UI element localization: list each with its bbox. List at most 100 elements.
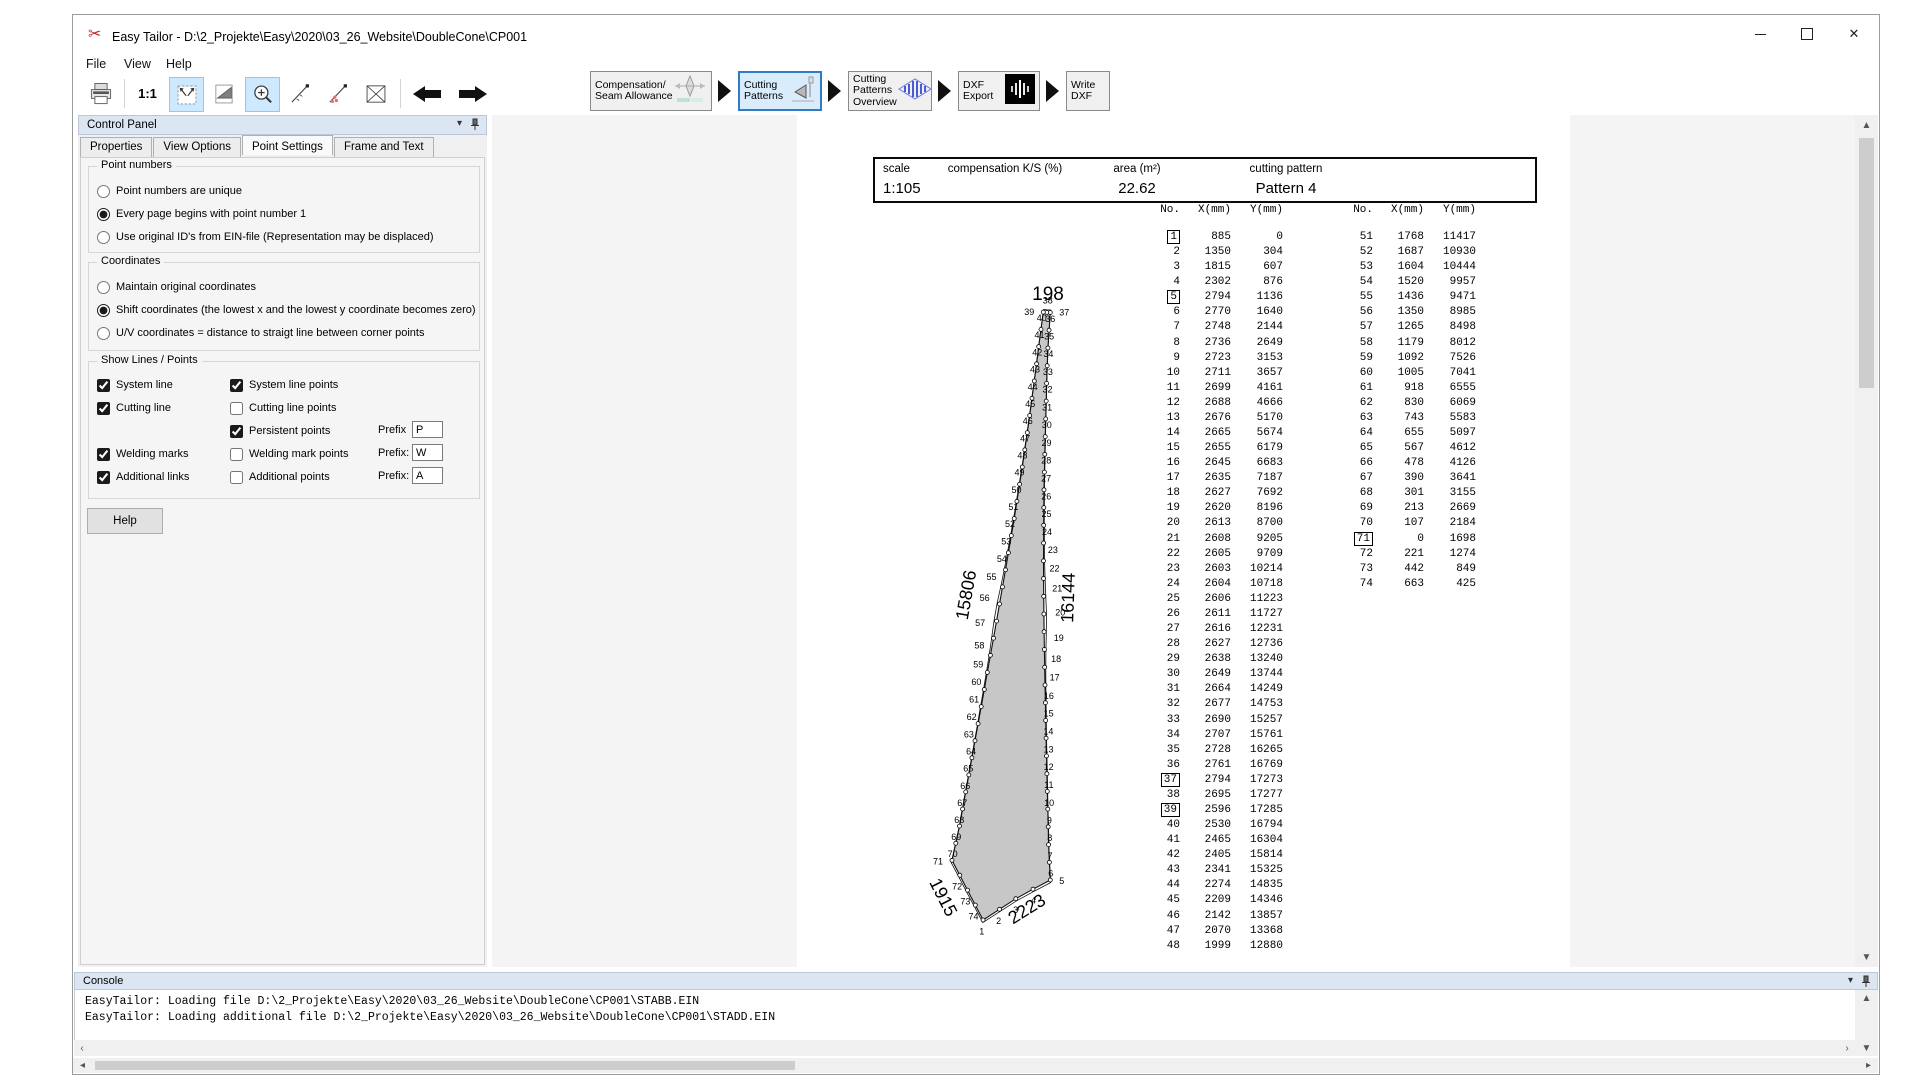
- pattern-point[interactable]: [1006, 551, 1010, 555]
- zoom-button[interactable]: [245, 77, 280, 112]
- collapse-icon[interactable]: ▾: [457, 118, 462, 131]
- pattern-point[interactable]: [1031, 887, 1035, 891]
- actual-size-button[interactable]: 1:1: [131, 77, 164, 110]
- coordinates-option[interactable]: U/V coordinates = distance to straigt li…: [97, 325, 424, 341]
- coordinates-option[interactable]: Maintain original coordinates: [97, 279, 256, 295]
- pattern-point[interactable]: [1042, 648, 1046, 652]
- pattern-point[interactable]: [1045, 789, 1049, 793]
- point-numbers-radio-0[interactable]: [97, 185, 110, 198]
- pattern-point[interactable]: [995, 619, 999, 623]
- pattern-point[interactable]: [998, 602, 1002, 606]
- pattern-point[interactable]: [1045, 754, 1049, 758]
- point-numbers-option[interactable]: Every page begins with point number 1: [97, 206, 306, 222]
- pattern-point[interactable]: [1014, 897, 1018, 901]
- pattern-point[interactable]: [973, 903, 977, 907]
- main-scroll-left-icon[interactable]: ◂: [75, 1058, 90, 1073]
- point-numbers-radio-1[interactable]: [97, 208, 110, 221]
- workflow-step-compensation-seam-allowance[interactable]: Compensation/Seam Allowance: [590, 71, 712, 111]
- pattern-shape-area[interactable]: 1234567891011121314151617181920212223242…: [900, 278, 1120, 938]
- pattern-point[interactable]: [1043, 701, 1047, 705]
- workflow-step-dxf-export[interactable]: DXFExport: [958, 71, 1040, 111]
- forward-button[interactable]: [452, 77, 492, 110]
- show-additional-links-checkbox[interactable]: [97, 471, 110, 484]
- pattern-point[interactable]: [1001, 585, 1005, 589]
- canvas-vscroll-thumb[interactable]: [1859, 138, 1874, 388]
- console-scroll-left-icon[interactable]: ‹: [74, 1040, 90, 1056]
- point-numbers-radio-2[interactable]: [97, 231, 110, 244]
- pattern-point[interactable]: [1044, 736, 1048, 740]
- console-collapse-icon[interactable]: ▾: [1848, 975, 1853, 988]
- pattern-point[interactable]: [1044, 718, 1048, 722]
- pattern-point[interactable]: [985, 670, 989, 674]
- pattern-point[interactable]: [979, 705, 983, 709]
- pattern-point[interactable]: [988, 653, 992, 657]
- clip-view-button[interactable]: [207, 77, 240, 110]
- show-cutting-line[interactable]: Cutting line: [97, 400, 171, 416]
- coordinates-option[interactable]: Shift coordinates (the lowest x and the …: [97, 302, 476, 318]
- pattern-point[interactable]: [976, 722, 980, 726]
- show-system-line-points[interactable]: System line points: [230, 377, 338, 393]
- show-additional-points[interactable]: Additional points: [230, 469, 330, 485]
- maximize-button[interactable]: [1784, 15, 1830, 53]
- pin-icon[interactable]: [470, 118, 480, 131]
- pattern-point[interactable]: [982, 688, 986, 692]
- show-system-line-checkbox[interactable]: [97, 379, 110, 392]
- point-numbers-option[interactable]: Use original ID's from EIN-file (Represe…: [97, 229, 434, 245]
- menu-item-view[interactable]: View: [124, 57, 151, 71]
- menu-item-file[interactable]: File: [86, 57, 106, 71]
- pattern-point[interactable]: [966, 888, 970, 892]
- pattern-point[interactable]: [992, 636, 996, 640]
- console-pin-icon[interactable]: [1861, 975, 1871, 988]
- console-scroll-down-icon[interactable]: ▼: [1855, 1041, 1878, 1055]
- point-numbers-option[interactable]: Point numbers are unique: [97, 183, 242, 199]
- coordinates-radio-1[interactable]: [97, 304, 110, 317]
- print-button[interactable]: [84, 77, 117, 110]
- back-button[interactable]: [408, 77, 448, 110]
- workflow-step-cutting-patterns[interactable]: CuttingPatterns: [738, 71, 822, 111]
- scroll-up-icon[interactable]: ▲: [1855, 117, 1878, 133]
- minimize-button[interactable]: [1737, 15, 1783, 53]
- scroll-down-icon[interactable]: ▼: [1855, 949, 1878, 965]
- pattern-point[interactable]: [1042, 559, 1046, 563]
- pattern-point[interactable]: [998, 907, 1002, 911]
- show-welding-mark-points-checkbox[interactable]: [230, 448, 243, 461]
- tab-frame-and-text[interactable]: Frame and Text: [334, 137, 434, 157]
- main-scroll-right-icon[interactable]: ▸: [1861, 1058, 1876, 1073]
- show-additional-points-checkbox[interactable]: [230, 471, 243, 484]
- console-scroll-right-icon[interactable]: ›: [1839, 1040, 1855, 1056]
- coordinates-radio-0[interactable]: [97, 281, 110, 294]
- show-welding-mark-points[interactable]: Welding mark points: [230, 446, 348, 462]
- pattern-point[interactable]: [1042, 577, 1046, 581]
- show-cutting-line-checkbox[interactable]: [97, 402, 110, 415]
- pattern-point[interactable]: [1045, 772, 1049, 776]
- show-system-line-points-checkbox[interactable]: [230, 379, 243, 392]
- pattern-point[interactable]: [1004, 568, 1008, 572]
- main-hscroll-thumb[interactable]: [95, 1061, 795, 1070]
- prefix-input-p[interactable]: [412, 421, 443, 438]
- tab-properties[interactable]: Properties: [80, 137, 152, 157]
- fit-to-window-button[interactable]: [169, 77, 204, 112]
- tab-point-settings[interactable]: Point Settings: [242, 135, 333, 155]
- pattern-point[interactable]: [1042, 612, 1046, 616]
- prefix-input-w[interactable]: [412, 444, 443, 461]
- show-cutting-line-points-checkbox[interactable]: [230, 402, 243, 415]
- menu-item-help[interactable]: Help: [166, 57, 192, 71]
- close-button[interactable]: ✕: [1831, 15, 1877, 53]
- show-cutting-line-points[interactable]: Cutting line points: [230, 400, 336, 416]
- tab-view-options[interactable]: View Options: [153, 137, 241, 157]
- show-system-line[interactable]: System line: [97, 377, 173, 393]
- pattern-point[interactable]: [1043, 665, 1047, 669]
- workflow-step-write-dxf[interactable]: WriteDXF: [1066, 71, 1110, 111]
- pattern-point[interactable]: [1042, 594, 1046, 598]
- show-persistent-points[interactable]: Persistent points: [230, 423, 330, 439]
- prefix-input-a[interactable]: [412, 467, 443, 484]
- console-scroll-up-icon[interactable]: ▲: [1855, 991, 1878, 1005]
- pattern-point[interactable]: [1042, 541, 1046, 545]
- delete-measure-button[interactable]: [359, 77, 392, 110]
- workflow-step-cutting-patterns-overview[interactable]: CuttingPatternsOverview: [848, 71, 932, 111]
- console-hscrollbar[interactable]: [74, 1040, 1855, 1056]
- pattern-point[interactable]: [958, 873, 962, 877]
- show-welding-marks-checkbox[interactable]: [97, 448, 110, 461]
- measure-points-button[interactable]: [321, 77, 354, 110]
- pattern-point[interactable]: [1043, 683, 1047, 687]
